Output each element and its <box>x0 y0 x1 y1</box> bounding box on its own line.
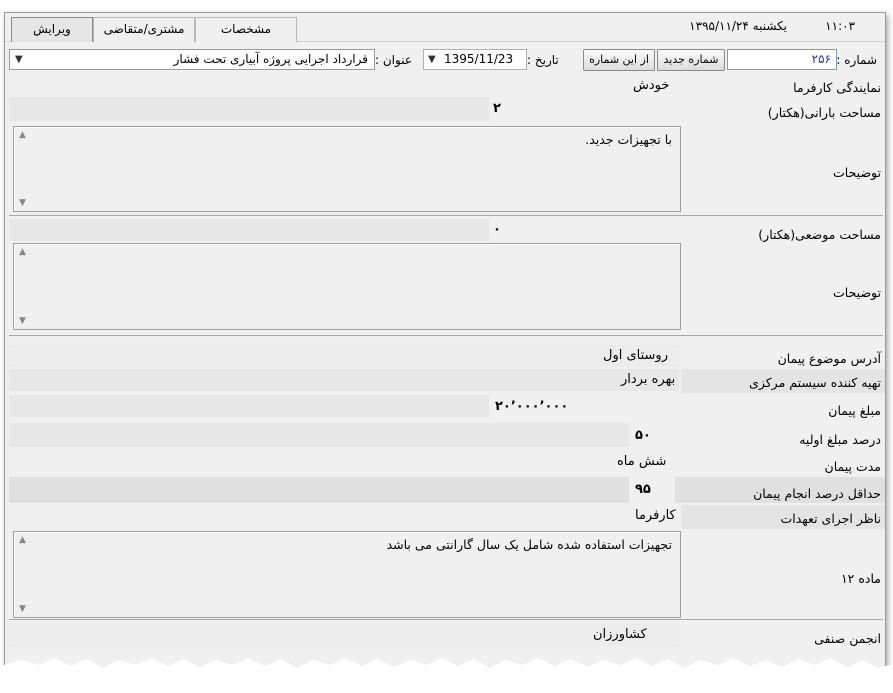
contract-form: خودش نمایندگی کارفرما ۲ مساحت بارانی(هکت… <box>5 75 885 673</box>
rain-area-value[interactable]: ۲ <box>493 101 501 116</box>
employer-rep-label: نمایندگی کارفرما <box>793 80 881 95</box>
scroll-up-icon[interactable]: ▲ <box>19 130 26 140</box>
contract-amount-value[interactable]: ۲۰٬۰۰۰٬۰۰۰ <box>495 399 568 414</box>
new-number-button[interactable]: شماره جدید <box>657 49 725 71</box>
row-shade <box>9 395 489 417</box>
local-area-label: مساحت موضعی(هکتار) <box>758 227 881 242</box>
row-shade <box>9 623 679 647</box>
scrollbar[interactable]: ▲ ▼ <box>15 128 32 210</box>
scroll-down-icon[interactable]: ▼ <box>19 198 26 208</box>
union-value[interactable]: کشاورزان <box>593 627 647 642</box>
row-shade <box>9 423 629 447</box>
tab-edit[interactable]: ویرایش <box>11 17 93 42</box>
date-display: یکشنبه ۱۳۹۵/۱۱/۲۴ <box>689 19 787 33</box>
divider <box>9 335 883 336</box>
contract-amount-label: مبلغ پیمان <box>828 403 881 418</box>
clock-display: ۱۱:۰۳ <box>825 19 855 33</box>
central-system-value[interactable]: بهره بردار <box>621 372 675 387</box>
row-rain-area: ۲ مساحت بارانی(هکتار) <box>5 97 885 123</box>
description-2-textarea[interactable]: ▲ ▼ <box>13 243 681 330</box>
date-label: تاریخ : <box>527 53 559 67</box>
supervisor-value[interactable]: کارفرما <box>635 508 676 523</box>
row-employer-rep: خودش نمایندگی کارفرما <box>5 75 885 97</box>
local-area-value[interactable]: ۰ <box>493 222 501 237</box>
row-article-12: ▲ ▼ تجهیزات استفاده شده شامل یک سال گارا… <box>5 529 885 621</box>
description-2-label: توضیحات <box>833 285 881 300</box>
row-description-1: ▲ ▼ با تجهیزات جدید. توضیحات <box>5 125 885 215</box>
union-label: انجمن صنفی <box>814 631 881 646</box>
min-percent-label: حداقل درصد انجام پیمان <box>753 486 881 501</box>
employer-rep-value[interactable]: خودش <box>633 78 669 93</box>
number-field[interactable]: ۲۵۶ <box>727 49 837 70</box>
address-value[interactable]: روستای اول <box>603 348 668 363</box>
scroll-down-icon[interactable]: ▼ <box>19 604 26 614</box>
contract-window: ویرایش مشتری/متقاضی مشخصات یکشنبه ۱۳۹۵/۱… <box>4 12 886 674</box>
row-duration: شش ماه مدت پیمان <box>5 451 885 475</box>
article-12-label: ماده ۱۲ <box>840 571 881 586</box>
row-description-2: ▲ ▼ توضیحات <box>5 243 885 335</box>
date-value: 1395/11/23 <box>444 52 514 66</box>
description-1-textarea[interactable]: ▲ ▼ با تجهیزات جدید. <box>13 126 681 212</box>
scroll-up-icon[interactable]: ▲ <box>19 535 26 545</box>
address-label: آدرس موضوع پیمان <box>777 351 881 366</box>
tab-specs[interactable]: مشخصات <box>195 17 297 42</box>
from-this-number-button[interactable]: از این شماره <box>583 49 655 71</box>
row-shade <box>9 477 629 503</box>
article-12-text: تجهیزات استفاده شده شامل یک سال گارانتی … <box>386 537 672 552</box>
row-union: کشاورزان انجمن صنفی <box>5 623 885 649</box>
date-picker[interactable]: ▼ 1395/11/23 <box>423 49 527 70</box>
divider <box>9 215 883 216</box>
initial-percent-label: درصد مبلغ اولیه <box>799 432 881 447</box>
row-initial-percent: ۵۰ درصد مبلغ اولیه <box>5 423 885 449</box>
header-bar: ویرایش مشتری/متقاضی مشخصات یکشنبه ۱۳۹۵/۱… <box>5 13 885 42</box>
row-address: روستای اول آدرس موضوع پیمان <box>5 345 885 369</box>
title-label: عنوان : <box>375 53 412 67</box>
duration-value[interactable]: شش ماه <box>617 454 666 469</box>
row-supervisor: کارفرما ناظر اجرای تعهدات <box>5 505 885 529</box>
duration-label: مدت پیمان <box>824 459 881 474</box>
chevron-down-icon[interactable]: ▼ <box>428 50 436 69</box>
initial-percent-value[interactable]: ۵۰ <box>635 428 651 443</box>
row-contract-amount: ۲۰٬۰۰۰٬۰۰۰ مبلغ پیمان <box>5 395 885 421</box>
scroll-down-icon[interactable]: ▼ <box>19 316 26 326</box>
article-12-textarea[interactable]: ▲ ▼ تجهیزات استفاده شده شامل یک سال گارا… <box>13 531 681 618</box>
row-shade <box>9 369 679 391</box>
min-percent-value[interactable]: ۹۵ <box>635 482 651 497</box>
row-local-area: ۰ مساحت موضعی(هکتار) <box>5 219 885 245</box>
scroll-up-icon[interactable]: ▲ <box>19 247 26 257</box>
row-shade <box>9 219 489 241</box>
description-1-text: با تجهیزات جدید. <box>585 132 672 147</box>
row-min-percent: ۹۵ حداقل درصد انجام پیمان <box>5 477 885 503</box>
title-select[interactable]: ▼ قرارداد اجرایی پروژه آبیاری تحت فشار <box>9 49 375 70</box>
supervisor-label: ناظر اجرای تعهدات <box>780 511 881 526</box>
description-1-label: توضیحات <box>833 165 881 180</box>
number-label: شماره : <box>836 53 877 67</box>
title-value: قرارداد اجرایی پروژه آبیاری تحت فشار <box>173 52 368 66</box>
chevron-down-icon[interactable]: ▼ <box>15 50 23 69</box>
scrollbar[interactable]: ▲ ▼ <box>15 245 32 328</box>
rain-area-label: مساحت بارانی(هکتار) <box>767 105 881 120</box>
tab-customer[interactable]: مشتری/متقاضی <box>93 17 195 42</box>
row-shade <box>9 345 679 367</box>
toolbar: شماره : ۲۵۶ شماره جدید از این شماره تاری… <box>5 49 885 73</box>
divider <box>9 619 883 620</box>
scrollbar[interactable]: ▲ ▼ <box>15 533 32 616</box>
torn-edge-bottom <box>0 658 893 693</box>
row-shade <box>9 97 489 121</box>
central-system-label: تهیه کننده سیستم مرکزی <box>749 375 881 390</box>
row-central-system: بهره بردار تهیه کننده سیستم مرکزی <box>5 369 885 393</box>
